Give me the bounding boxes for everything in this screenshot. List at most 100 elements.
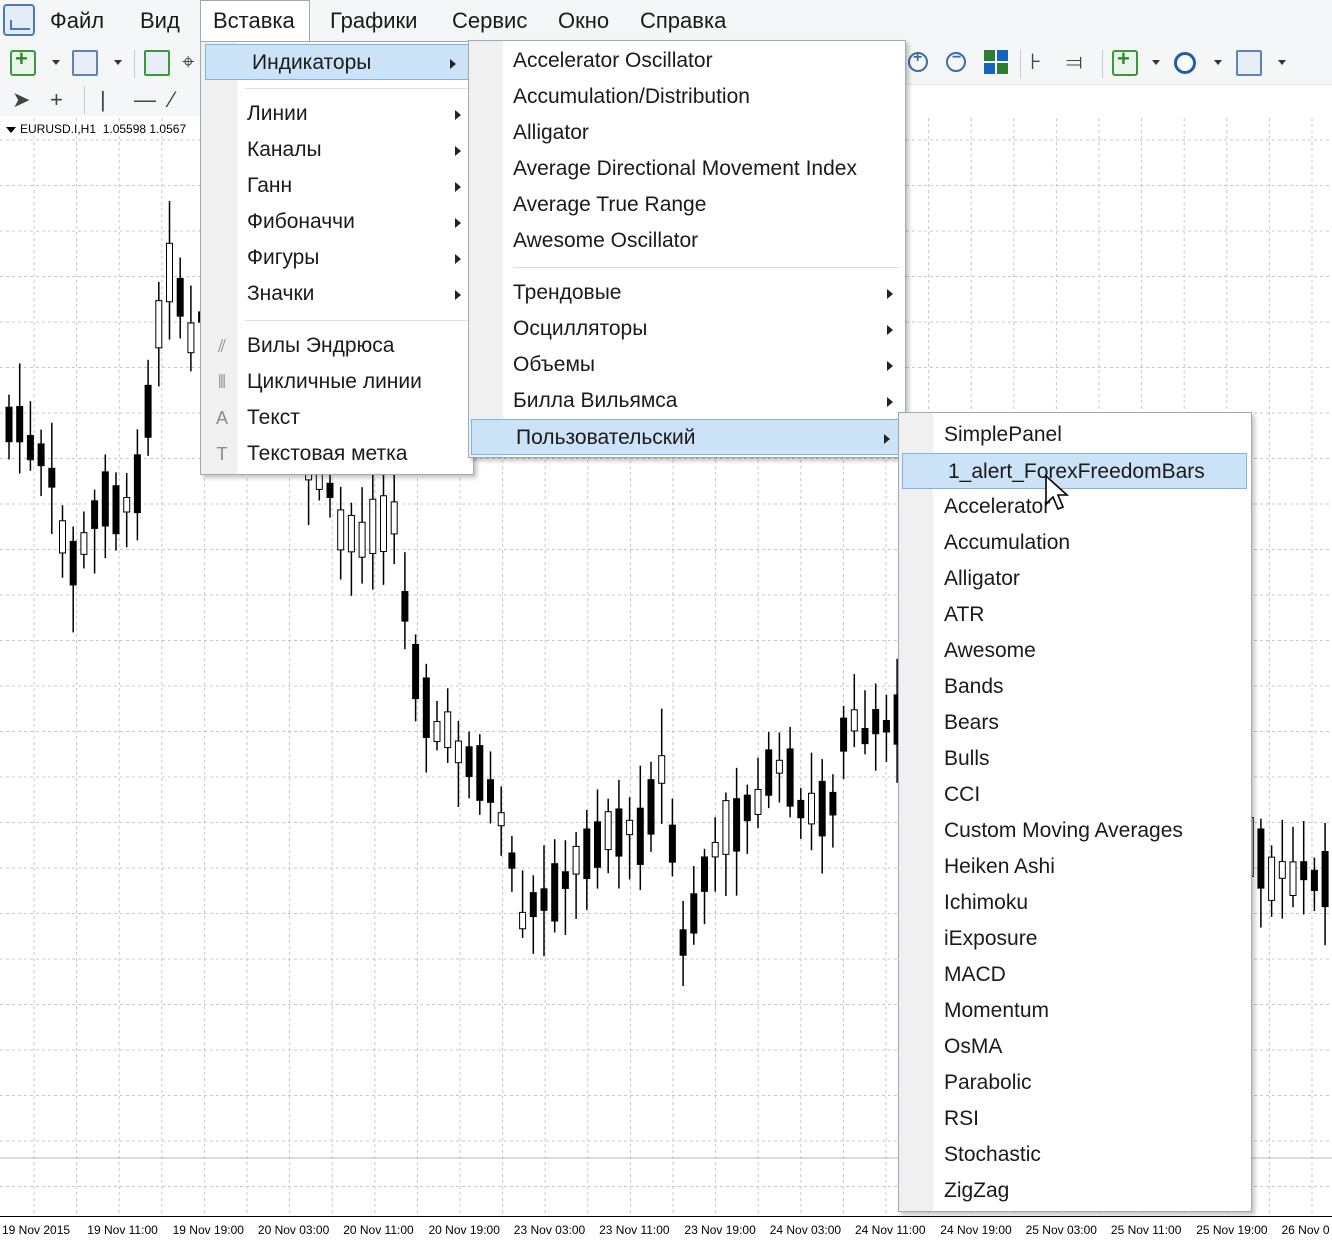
custom-menu-item-12[interactable]: Heiken Ashi xyxy=(899,849,1251,885)
menu-item-label: Parabolic xyxy=(944,1071,1032,1094)
bear-candle xyxy=(133,454,141,514)
custom-menu-item-5[interactable]: ATR xyxy=(899,597,1251,633)
menu-item-label: iExposure xyxy=(944,927,1038,950)
market-watch-icon[interactable] xyxy=(144,50,170,76)
custom-menu-item-4[interactable]: Alligator xyxy=(899,561,1251,597)
custom-menu-item-8[interactable]: Bears xyxy=(899,705,1251,741)
bid-price: 1.05598 xyxy=(102,122,147,136)
menu-item-label: Average True Range xyxy=(513,193,707,216)
app-icon[interactable] xyxy=(3,4,35,36)
custom-menu-item-19[interactable]: RSI xyxy=(899,1101,1251,1137)
custom-menu-item-0[interactable]: SimplePanel xyxy=(899,417,1251,453)
indicators-icon[interactable] xyxy=(1112,46,1138,76)
custom-menu-item-16[interactable]: Momentum xyxy=(899,993,1251,1029)
time-axis-label: 25 Nov 03:00 xyxy=(1025,1223,1097,1237)
custom-menu-item-1[interactable]: 1_alert_ForexFreedomBars xyxy=(902,453,1247,489)
bear-candle xyxy=(636,807,644,865)
bull-candle xyxy=(347,514,355,553)
periods-clock-icon[interactable] xyxy=(1174,52,1196,74)
bull-candle xyxy=(572,845,580,875)
menu-item-label: Bears xyxy=(944,711,999,734)
insert-menu-item-8[interactable]: Цикличные линии ⦀ xyxy=(201,364,473,400)
trend-line-icon[interactable]: ⁄ xyxy=(170,88,174,112)
custom-menu-item-20[interactable]: Stochastic xyxy=(899,1137,1251,1173)
tile-windows-icon[interactable] xyxy=(984,50,1010,76)
indicators-menu-item-4[interactable]: Average True Range xyxy=(469,187,905,223)
indicators-menu-item-7[interactable]: Осцилляторы xyxy=(469,311,905,347)
chevron-down-icon[interactable] xyxy=(52,60,60,65)
zoom-in-icon[interactable] xyxy=(908,49,928,72)
menu-item-label: Трендовые xyxy=(513,281,622,304)
insert-menu-item-9[interactable]: Текст A xyxy=(201,400,473,436)
mouse-pointer-icon xyxy=(1045,474,1070,511)
custom-menu-item-17[interactable]: OsMA xyxy=(899,1029,1251,1065)
custom-menu-item-3[interactable]: Accumulation xyxy=(899,525,1251,561)
custom-menu-item-2[interactable]: Accelerator xyxy=(899,489,1251,525)
cursor-arrow-icon[interactable]: ➤ xyxy=(12,88,30,112)
custom-menu-item-11[interactable]: Custom Moving Averages xyxy=(899,813,1251,849)
templates-icon[interactable] xyxy=(1236,50,1262,76)
indicators-menu-item-6[interactable]: Трендовые xyxy=(469,275,905,311)
profiles-icon[interactable] xyxy=(72,50,98,76)
custom-menu-item-6[interactable]: Awesome xyxy=(899,633,1251,669)
bear-candle xyxy=(26,434,34,461)
insert-menu-item-5[interactable]: Фигуры xyxy=(201,240,473,276)
indicators-menu-item-3[interactable]: Average Directional Movement Index xyxy=(469,151,905,187)
insert-menu-item-7[interactable]: Вилы Эндрюса ⫽ xyxy=(201,328,473,364)
bull-candle xyxy=(390,501,398,535)
menu-tools[interactable]: Сервис xyxy=(440,0,539,42)
time-axis-label: 23 Nov 19:00 xyxy=(684,1223,756,1237)
menu-file[interactable]: Файл xyxy=(38,0,116,42)
insert-menu-item-1[interactable]: Линии xyxy=(201,96,473,132)
crosshair-icon[interactable]: + xyxy=(50,88,63,112)
new-chart-icon[interactable] xyxy=(10,46,36,76)
menu-item-label: Bulls xyxy=(944,747,990,770)
menu-insert[interactable]: Вставка xyxy=(200,0,310,42)
vertical-line-icon[interactable]: | xyxy=(100,88,106,112)
zoom-out-icon[interactable] xyxy=(946,49,966,72)
custom-menu-item-13[interactable]: Ichimoku xyxy=(899,885,1251,921)
custom-indicators-submenu: SimplePanel 1_alert_ForexFreedomBars Accel… xyxy=(898,412,1252,1212)
insert-menu-item-6[interactable]: Значки xyxy=(201,276,473,312)
custom-menu-item-7[interactable]: Bands xyxy=(899,669,1251,705)
horizontal-line-icon[interactable]: — xyxy=(134,88,156,112)
insert-menu-item-0[interactable]: Индикаторы xyxy=(205,44,469,80)
menu-help[interactable]: Справка xyxy=(628,0,738,42)
menu-view[interactable]: Вид xyxy=(128,0,192,42)
indicators-menu-item-10[interactable]: Пользовательский xyxy=(471,419,903,455)
insert-menu-item-3[interactable]: Ганн xyxy=(201,168,473,204)
insert-menu-item-4[interactable]: Фибоначчи xyxy=(201,204,473,240)
menu-window[interactable]: Окно xyxy=(546,0,621,42)
insert-menu-item-2[interactable]: Каналы xyxy=(201,132,473,168)
menu-item-label: Bands xyxy=(944,675,1004,698)
bull-candle xyxy=(1289,861,1297,896)
indicators-menu-item-8[interactable]: Объемы xyxy=(469,347,905,383)
auto-scroll-icon[interactable]: ⫤ xyxy=(1066,50,1083,74)
chevron-down-icon[interactable] xyxy=(1278,60,1286,65)
crosshair-target-icon[interactable]: ⌖ xyxy=(182,50,194,74)
submenu-arrow-icon xyxy=(887,397,893,407)
toolbar-separator xyxy=(84,86,85,114)
custom-menu-item-9[interactable]: Bulls xyxy=(899,741,1251,777)
indicators-menu-item-0[interactable]: Accelerator Oscillator xyxy=(469,43,905,79)
chevron-down-icon[interactable] xyxy=(1152,60,1160,65)
custom-menu-item-21[interactable]: ZigZag xyxy=(899,1173,1251,1209)
bear-candle xyxy=(69,540,77,586)
insert-menu-item-10[interactable]: Текстовая метка T xyxy=(201,436,473,472)
indicators-menu-item-9[interactable]: Билла Вильямса xyxy=(469,383,905,419)
caret-down-icon xyxy=(6,126,16,133)
submenu-arrow-icon xyxy=(884,434,890,444)
indicators-menu-item-2[interactable]: Alligator xyxy=(469,115,905,151)
chart-shift-icon[interactable]: ⊦ xyxy=(1030,50,1041,74)
custom-menu-item-15[interactable]: MACD xyxy=(899,957,1251,993)
custom-menu-item-10[interactable]: CCI xyxy=(899,777,1251,813)
menu-item-label: Осцилляторы xyxy=(513,317,648,340)
chevron-down-icon[interactable] xyxy=(114,60,122,65)
custom-menu-item-14[interactable]: iExposure xyxy=(899,921,1251,957)
menu-item-label: Индикаторы xyxy=(252,51,372,74)
indicators-menu-item-1[interactable]: Accumulation/Distribution xyxy=(469,79,905,115)
menu-charts[interactable]: Графики xyxy=(318,0,429,42)
indicators-menu-item-5[interactable]: Awesome Oscillator xyxy=(469,223,905,259)
custom-menu-item-18[interactable]: Parabolic xyxy=(899,1065,1251,1101)
chevron-down-icon[interactable] xyxy=(1214,60,1222,65)
